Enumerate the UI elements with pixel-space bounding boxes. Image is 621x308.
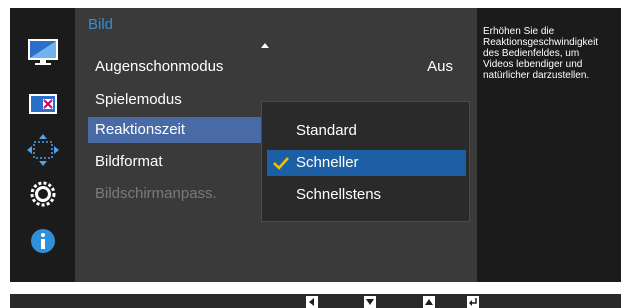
menu-item-label: Bildschirmanpass. [95, 185, 217, 202]
scroll-up-indicator-icon [261, 43, 269, 48]
category-sidebar [10, 8, 75, 282]
checkmark-icon [273, 157, 289, 170]
submenu-option-label: Schnellstens [296, 186, 382, 203]
menu-item-label: Reaktionszeit [95, 121, 186, 138]
help-panel: Erhöhen Sie die Reaktionsgeschwindigkeit… [477, 8, 621, 282]
submenu-option-schnellstens[interactable]: Schnellstens [262, 182, 469, 208]
down-arrow-key-icon[interactable] [364, 296, 376, 308]
panel-title: Bild [88, 16, 114, 33]
menu-item-reaktionszeit[interactable]: Reaktionszeit [88, 117, 263, 143]
up-arrow-key-icon[interactable] [423, 296, 435, 308]
color-icon[interactable] [23, 84, 63, 124]
submenu-option-label: Standard [296, 122, 357, 139]
enter-key-icon[interactable] [467, 296, 479, 308]
help-text: Erhöhen Sie die Reaktionsgeschwindigkeit… [483, 26, 599, 81]
menu-item-augenschonmodus[interactable]: Augenschonmodus Aus [88, 54, 465, 80]
menu-item-value: Aus [427, 58, 453, 75]
menu-item-label: Spielemodus [95, 91, 182, 108]
menu-panel: Bild Augenschonmodus Aus Spielemodus Rea… [75, 8, 477, 282]
submenu-option-label: Schneller [296, 154, 359, 171]
menu-item-label: Bildformat [95, 153, 163, 170]
reaktionszeit-submenu: Standard Schneller Schnellstens [261, 101, 470, 222]
menu-item-label: Augenschonmodus [95, 58, 224, 75]
information-icon[interactable] [23, 221, 63, 261]
left-arrow-key-icon[interactable] [306, 296, 318, 308]
picture-icon[interactable] [23, 32, 63, 72]
submenu-option-standard[interactable]: Standard [262, 118, 469, 144]
settings-icon[interactable] [23, 174, 63, 214]
size-position-icon[interactable] [23, 130, 63, 170]
submenu-option-schneller[interactable]: Schneller [267, 150, 466, 176]
